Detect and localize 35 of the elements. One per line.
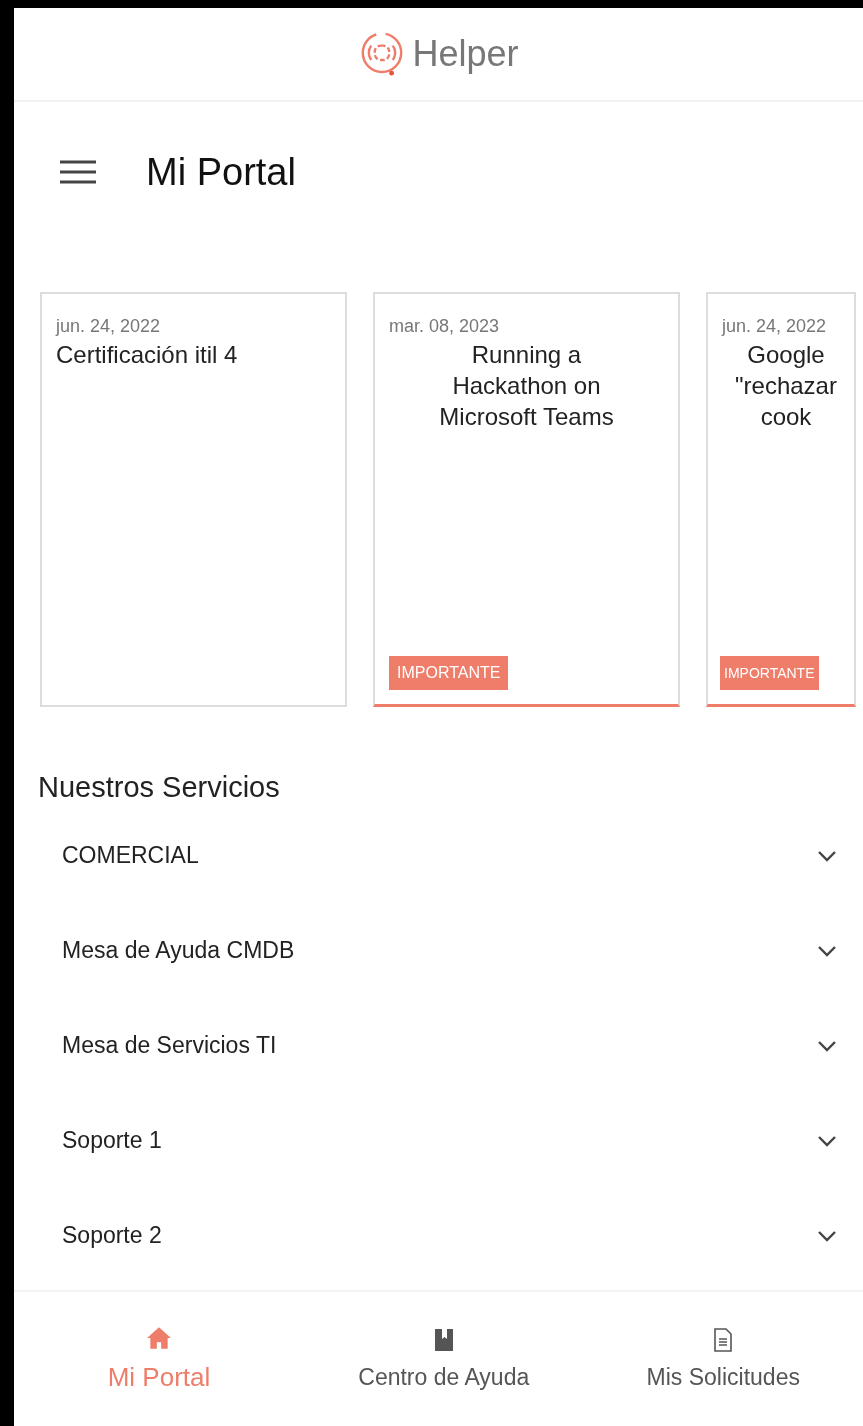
news-date: mar. 08, 2023	[389, 316, 501, 337]
service-row[interactable]: Soporte 2	[62, 1188, 837, 1283]
news-card[interactable]: jun. 24, 2022 Certificación itil 4	[40, 292, 347, 707]
service-label: Soporte 2	[62, 1222, 162, 1249]
news-date: jun. 24, 2022	[56, 316, 162, 337]
importance-tag: IMPORTANTE	[389, 656, 509, 690]
document-icon	[713, 1327, 734, 1352]
service-row[interactable]: Mesa de Servicios TI	[62, 998, 837, 1093]
news-card[interactable]: jun. 24, 2022 Google "rechazar cook IMPORTANTE	[706, 292, 856, 707]
service-row[interactable]: COMERCIAL	[62, 808, 837, 903]
chevron-icon[interactable]	[817, 1134, 837, 1147]
chevron-icon[interactable]	[817, 1039, 837, 1052]
news-card[interactable]: mar. 08, 2023 Running a Hackathon on Microsoft Teams IMPORTANTE	[373, 292, 680, 707]
news-title: Running a Hackathon on Microsoft Teams	[438, 340, 615, 433]
page-title: Mi Portal	[146, 150, 296, 194]
service-row[interactable]: Mesa de Ayuda CMDB	[62, 903, 837, 998]
importance-tag: IMPORTANTE	[720, 656, 819, 690]
chevron-icon[interactable]	[817, 1229, 837, 1242]
menu-icon[interactable]	[60, 160, 96, 184]
app-name: Helper	[412, 33, 519, 75]
book-icon	[433, 1327, 454, 1352]
home-icon	[146, 1325, 172, 1350]
service-label: Mesa de Ayuda CMDB	[62, 937, 295, 964]
nav-tab[interactable]: Mis Solicitudes	[583, 1292, 863, 1426]
chevron-icon[interactable]	[817, 944, 837, 957]
service-label: Soporte 1	[62, 1127, 162, 1154]
service-row[interactable]: Soporte 1	[62, 1093, 837, 1188]
service-label: Mesa de Servicios TI	[62, 1032, 277, 1059]
nav-tab[interactable]: Centro de Ayuda	[304, 1292, 584, 1426]
service-label: COMERCIAL	[62, 842, 199, 869]
news-title: Google "rechazar cook	[734, 340, 838, 433]
news-date: jun. 24, 2022	[722, 316, 828, 337]
news-title: Certificación itil 4	[56, 340, 239, 370]
section-heading: Nuestros Servicios	[38, 771, 281, 804]
chevron-icon[interactable]	[817, 849, 837, 862]
